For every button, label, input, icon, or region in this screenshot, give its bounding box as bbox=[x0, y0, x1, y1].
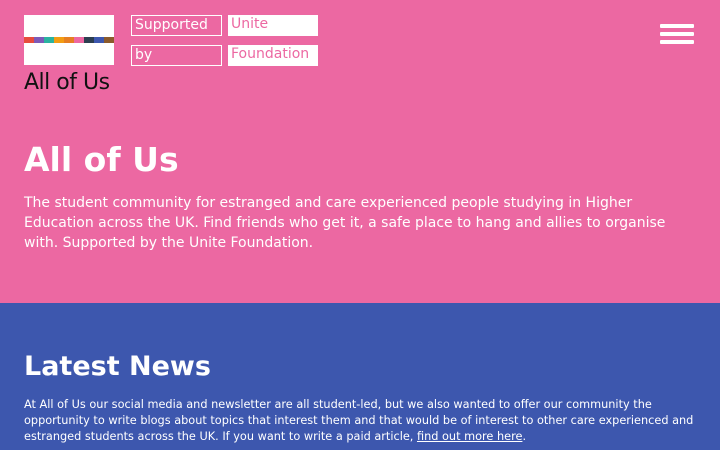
logo-stripe bbox=[94, 37, 104, 43]
logo-stripe bbox=[74, 37, 84, 43]
logo-stripe bbox=[54, 37, 64, 43]
hero-section: All of Us Supported Unite by Foundation … bbox=[0, 0, 720, 303]
hero-description: The student community for estranged and … bbox=[24, 195, 666, 251]
latest-news-description: At All of Us our social media and newsle… bbox=[24, 397, 696, 445]
logo-box bbox=[24, 15, 114, 65]
logo-stripes bbox=[24, 37, 114, 43]
sponsor-word-by: by bbox=[131, 45, 222, 66]
logo-stripe bbox=[34, 37, 44, 43]
latest-news-heading: Latest News bbox=[24, 351, 211, 382]
news-description-end: . bbox=[522, 430, 527, 443]
find-out-more-link[interactable]: find out more here bbox=[417, 430, 522, 443]
sponsor-word-foundation: Foundation bbox=[228, 45, 318, 66]
logo-stripe bbox=[64, 37, 74, 43]
hamburger-menu-icon[interactable] bbox=[660, 22, 696, 46]
all-of-us-logo[interactable]: All of Us bbox=[24, 15, 115, 95]
menu-bar bbox=[660, 32, 694, 36]
sponsor-word-supported: Supported bbox=[131, 15, 222, 36]
page-title: All of Us bbox=[24, 140, 179, 179]
news-description-text: At All of Us our social media and newsle… bbox=[24, 398, 694, 443]
sponsor-word-unite: Unite bbox=[228, 15, 318, 36]
menu-bar bbox=[660, 24, 694, 28]
logo-stripe bbox=[44, 37, 54, 43]
supported-by-unite-foundation[interactable]: Supported Unite by Foundation bbox=[131, 15, 319, 67]
logo-text: All of Us bbox=[24, 70, 110, 95]
logo-stripe bbox=[24, 37, 34, 43]
menu-bar bbox=[660, 40, 694, 44]
logo-stripe bbox=[84, 37, 94, 43]
logo-stripe bbox=[104, 37, 114, 43]
